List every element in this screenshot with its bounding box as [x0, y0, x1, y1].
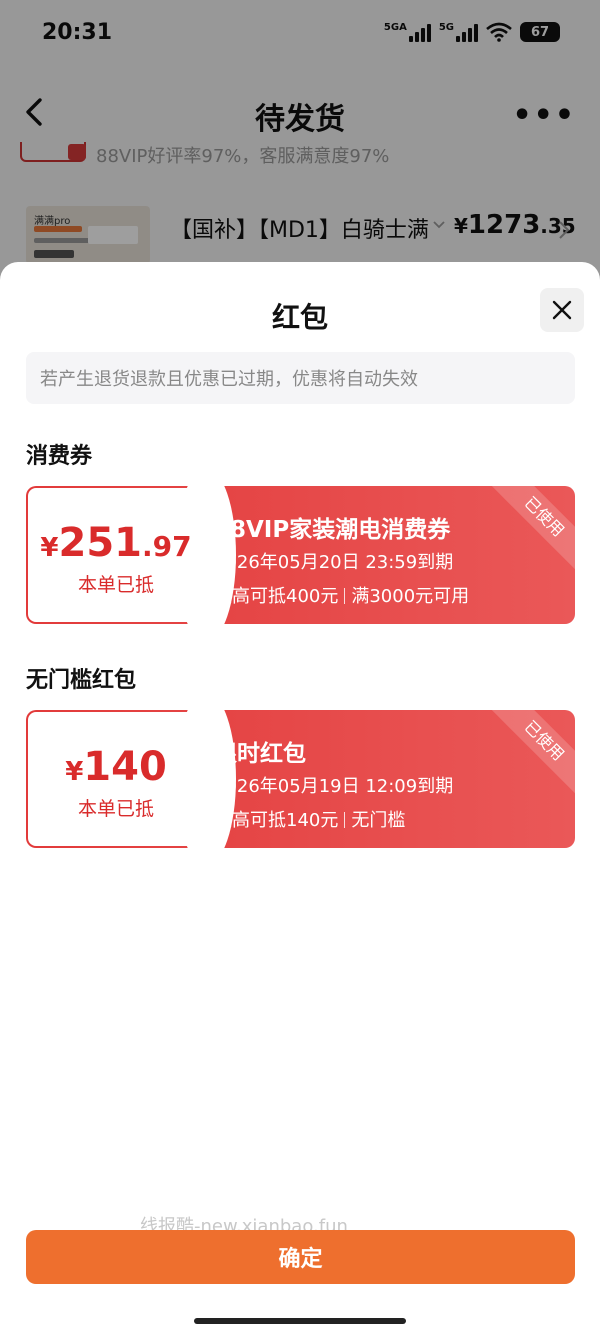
used-stamp: 已使用 [487, 486, 575, 574]
section-title-no-threshold-packet: 无门槛红包 [26, 668, 137, 693]
coupon-rules: 最高可抵140元 无门槛 [214, 810, 406, 831]
coupon-applied-label: 本单已抵 [77, 574, 154, 596]
coupon-card[interactable]: ¥251.97 本单已抵 88VIP家装潮电消费券 2026年05月20日 23… [26, 486, 575, 624]
confirm-button[interactable]: 确定 [26, 1230, 575, 1284]
section-title-consumption-voucher: 消费券 [26, 444, 93, 469]
coupon-expiry: 2026年05月20日 23:59到期 [214, 552, 454, 573]
close-icon [552, 300, 572, 320]
used-stamp: 已使用 [487, 710, 575, 798]
coupon-expiry: 2026年05月19日 12:09到期 [214, 776, 454, 797]
coupon-name: 限时红包 [214, 741, 306, 767]
home-indicator[interactable] [194, 1318, 406, 1324]
coupon-amount: ¥251.97 [40, 520, 192, 566]
red-packet-sheet: 红包 若产生退货退款且优惠已过期，优惠将自动失效 消费券 ¥251.97 本单已… [0, 262, 600, 1335]
coupon-applied-label: 本单已抵 [77, 798, 154, 820]
coupon-amount: ¥140 [65, 744, 167, 790]
sheet-title: 红包 [271, 301, 328, 334]
coupon-card[interactable]: ¥140 本单已抵 限时红包 2026年05月19日 12:09到期 最高可抵1… [26, 710, 575, 848]
coupon-name: 88VIP家装潮电消费券 [214, 517, 451, 543]
coupon-rules: 最高可抵400元 满3000元可用 [214, 586, 470, 607]
expiry-notice: 若产生退货退款且优惠已过期，优惠将自动失效 [26, 352, 575, 404]
close-button[interactable] [540, 288, 584, 332]
